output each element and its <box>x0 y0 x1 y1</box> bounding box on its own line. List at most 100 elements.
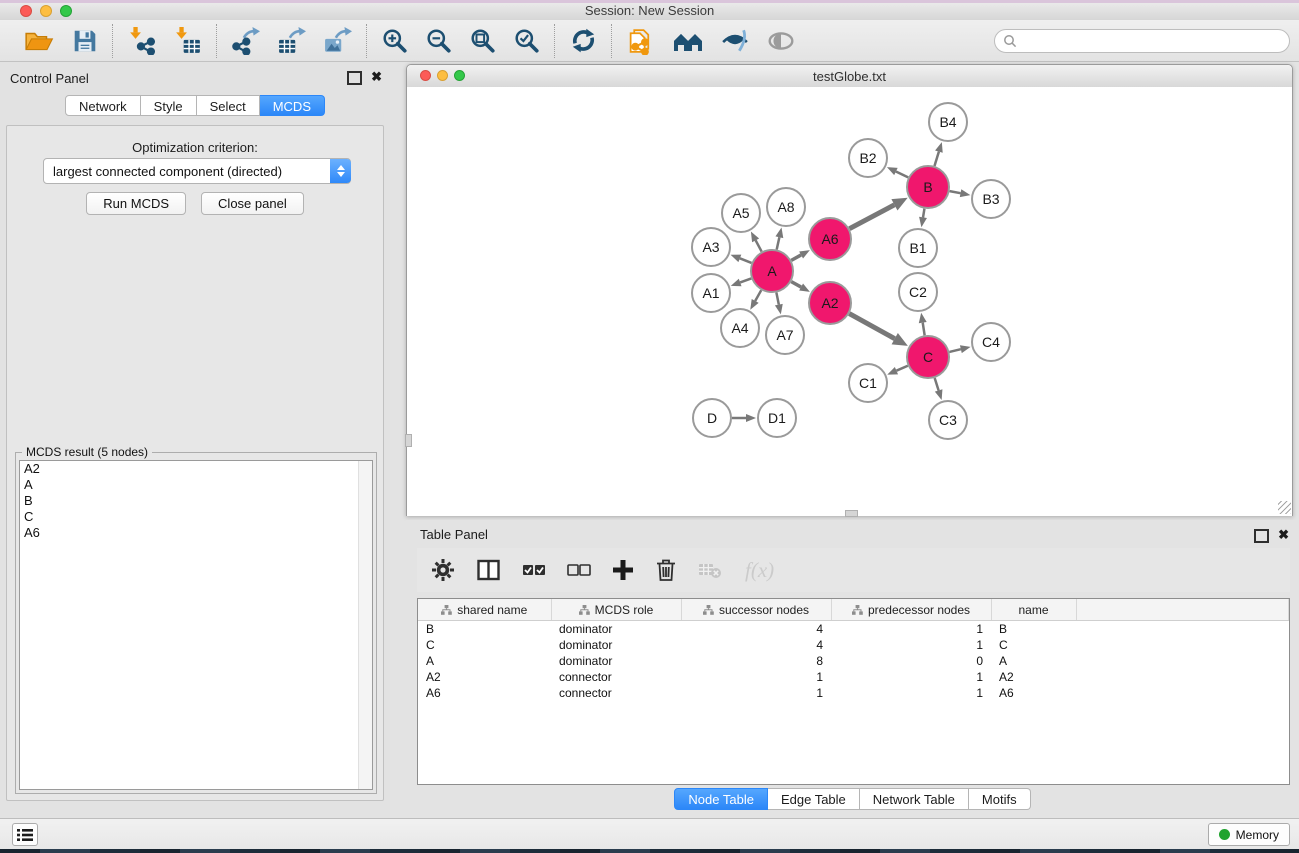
result-scrollbar[interactable] <box>358 461 372 789</box>
mcds-result-list[interactable]: A2ABCA6 <box>19 460 373 790</box>
graph-edge-C-C4[interactable] <box>949 349 960 352</box>
zoom-out-button[interactable] <box>424 26 454 56</box>
export-network-button[interactable] <box>230 25 262 57</box>
task-history-button[interactable] <box>12 823 38 846</box>
graph-node-A5[interactable]: A5 <box>722 194 760 232</box>
gear-button[interactable] <box>429 556 457 584</box>
zoom-fit-button[interactable] <box>468 26 498 56</box>
graph-edge-A2-C[interactable] <box>849 314 894 339</box>
window-grip-left[interactable] <box>405 434 412 447</box>
graph-node-B3[interactable]: B3 <box>972 180 1010 218</box>
network-file-button[interactable] <box>625 25 657 57</box>
column-header-name[interactable]: name <box>991 599 1076 621</box>
open-folder-button[interactable] <box>22 26 56 56</box>
mcds-result-item[interactable]: B <box>20 493 372 509</box>
graph-node-C3[interactable]: C3 <box>929 401 967 439</box>
graph-node-D[interactable]: D <box>693 399 731 437</box>
graph-edge-C-C2[interactable] <box>923 323 925 336</box>
import-network-button[interactable] <box>126 25 158 57</box>
mcds-result-item[interactable]: A <box>20 477 372 493</box>
graph-edge-A-A6[interactable] <box>791 255 801 260</box>
network-canvas[interactable]: A A1 A2 A3 A4 A5 A6 A7 A8 B B1 B2 B3 B4 C C1 C2 C3 C4 D D1 <box>407 87 1292 516</box>
tab-network[interactable]: Network <box>65 95 141 116</box>
tab-motifs[interactable]: Motifs <box>969 788 1031 810</box>
graph-node-B4[interactable]: B4 <box>929 103 967 141</box>
network-window-titlebar[interactable]: testGlobe.txt <box>407 65 1292 88</box>
search-box[interactable] <box>994 29 1290 53</box>
close-panel-button[interactable]: Close panel <box>201 192 304 215</box>
eye-button[interactable] <box>765 27 797 55</box>
memory-button[interactable]: Memory <box>1208 823 1290 846</box>
delete-button[interactable] <box>653 556 679 584</box>
graph-node-A3[interactable]: A3 <box>692 228 730 266</box>
refresh-button[interactable] <box>568 25 599 56</box>
deselect-all-button[interactable] <box>565 560 593 580</box>
graph-edge-B-B1[interactable] <box>923 209 924 218</box>
graph-node-C4[interactable]: C4 <box>972 323 1010 361</box>
tab-mcds[interactable]: MCDS <box>260 95 325 116</box>
run-mcds-button[interactable]: Run MCDS <box>86 192 186 215</box>
graph-edge-C-C3[interactable] <box>935 378 939 390</box>
close-panel-icon[interactable]: ✖ <box>371 69 382 85</box>
graph-edge-A6-B[interactable] <box>849 205 894 229</box>
houses-button[interactable] <box>671 26 705 56</box>
table-row[interactable]: Adominator80A <box>418 653 1289 669</box>
select-all-button[interactable] <box>520 560 548 580</box>
graph-node-D1[interactable]: D1 <box>758 399 796 437</box>
export-image-button[interactable] <box>322 25 354 57</box>
table-row[interactable]: Bdominator41B <box>418 621 1289 638</box>
graph-node-B1[interactable]: B1 <box>899 229 937 267</box>
window-grip-bottom[interactable] <box>845 510 858 517</box>
column-header-successor-nodes[interactable]: successor nodes <box>681 599 831 621</box>
graph-node-A7[interactable]: A7 <box>766 316 804 354</box>
graph-edge-C-C1[interactable] <box>896 366 907 371</box>
save-button[interactable] <box>70 26 100 56</box>
search-input[interactable] <box>1017 33 1281 49</box>
table-float-panel-icon[interactable] <box>1254 529 1269 543</box>
graph-edge-A-A8[interactable] <box>777 237 780 249</box>
graph-edge-B-B2[interactable] <box>896 171 908 177</box>
graph-node-C1[interactable]: C1 <box>849 364 887 402</box>
tab-select[interactable]: Select <box>197 95 260 116</box>
float-panel-icon[interactable] <box>347 71 362 85</box>
zoom-in-button[interactable] <box>380 26 410 56</box>
table-row[interactable]: A2connector11A2 <box>418 669 1289 685</box>
graph-node-C2[interactable]: C2 <box>899 273 937 311</box>
zoom-selected-button[interactable] <box>512 26 542 56</box>
criterion-select[interactable]: largest connected component (directed) <box>43 158 351 184</box>
graph-edge-B-B4[interactable] <box>934 152 938 166</box>
graph-node-B[interactable]: B <box>907 166 949 208</box>
add-button[interactable] <box>610 557 636 583</box>
graph-edge-A-A2[interactable] <box>791 282 801 287</box>
import-table-button[interactable] <box>172 25 204 57</box>
mcds-result-item[interactable]: A6 <box>20 525 372 541</box>
graph-node-B2[interactable]: B2 <box>849 139 887 177</box>
column-header-shared-name[interactable]: shared name <box>418 599 551 621</box>
graph-edge-B-B3[interactable] <box>950 191 961 193</box>
mcds-result-item[interactable]: C <box>20 509 372 525</box>
graph-node-A2[interactable]: A2 <box>809 282 851 324</box>
table-row[interactable]: A6connector11A6 <box>418 685 1289 701</box>
export-table-button[interactable] <box>276 25 308 57</box>
column-header-predecessor-nodes[interactable]: predecessor nodes <box>831 599 991 621</box>
graph-node-A4[interactable]: A4 <box>721 309 759 347</box>
graph-edge-A-A5[interactable] <box>756 240 762 251</box>
graph-edge-A-A4[interactable] <box>755 290 761 301</box>
graph-edge-A-A7[interactable] <box>776 293 778 305</box>
column-header-MCDS-role[interactable]: MCDS role <box>551 599 681 621</box>
graph-edge-A-A1[interactable] <box>740 278 751 282</box>
tab-node-table[interactable]: Node Table <box>674 788 768 810</box>
mcds-result-item[interactable]: A2 <box>20 461 372 477</box>
hide-eye-button[interactable] <box>719 26 751 56</box>
graph-node-A[interactable]: A <box>751 250 793 292</box>
table-close-panel-icon[interactable]: ✖ <box>1278 527 1289 543</box>
graph-node-C[interactable]: C <box>907 336 949 378</box>
resize-corner-handle[interactable] <box>1278 501 1291 514</box>
table-columns-button[interactable] <box>474 556 503 584</box>
tab-edge-table[interactable]: Edge Table <box>768 788 860 810</box>
graph-node-A1[interactable]: A1 <box>692 274 730 312</box>
graph-node-A6[interactable]: A6 <box>809 218 851 260</box>
graph-node-A8[interactable]: A8 <box>767 188 805 226</box>
tab-style[interactable]: Style <box>141 95 197 116</box>
tab-network-table[interactable]: Network Table <box>860 788 969 810</box>
